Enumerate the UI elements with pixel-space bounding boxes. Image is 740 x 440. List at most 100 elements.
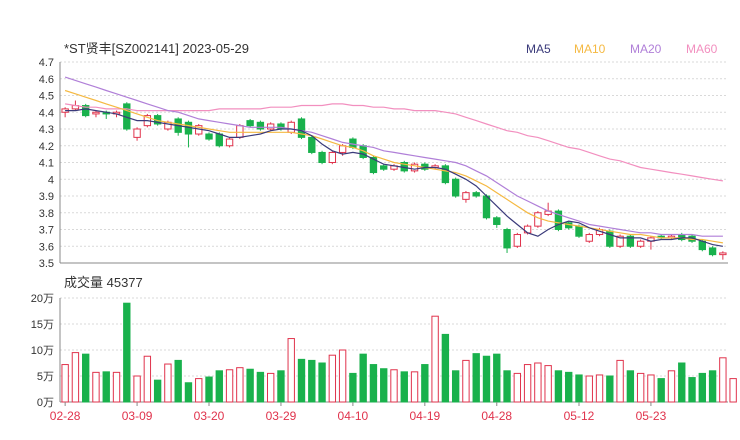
candle-body (328, 151, 337, 163)
volume-bar (297, 358, 306, 403)
volume-bar (678, 362, 686, 403)
volume-bar (719, 357, 727, 403)
volume-bar (729, 378, 737, 403)
volume-bar (123, 302, 131, 403)
volume-bar (636, 372, 645, 403)
volume-bar (112, 371, 121, 403)
price-tick-label: 4 (48, 174, 54, 186)
volume-bar (92, 371, 100, 403)
x-tick-label: 03-29 (266, 409, 297, 423)
volume-bar (698, 372, 706, 403)
volume-bar (585, 375, 593, 403)
price-tick-label: 4.2 (39, 141, 54, 153)
price-tick-label: 4.6 (39, 74, 54, 86)
volume-bar (544, 365, 552, 403)
candle-body (246, 120, 254, 127)
volume-bar (153, 379, 162, 403)
candle-body (636, 240, 645, 247)
x-tick-label: 03-09 (122, 409, 153, 423)
volume-bar (421, 364, 429, 403)
volume-bar (410, 371, 419, 403)
volume-bar (380, 368, 388, 403)
candle-body (513, 234, 522, 247)
candle-body (92, 111, 100, 115)
candle-body (534, 212, 542, 227)
volume-bar (349, 372, 357, 403)
volume-bar (657, 378, 665, 403)
volume-bar (616, 359, 624, 403)
volume-bar (554, 370, 563, 403)
volume-bar (236, 367, 244, 403)
volume-bar (164, 363, 172, 403)
ma5-line (65, 108, 723, 247)
volume-bar (277, 370, 285, 403)
volume-bars (61, 302, 737, 403)
price-tick-label: 4.5 (39, 91, 54, 103)
volume-bar (369, 364, 378, 403)
x-tick-label: 05-12 (564, 409, 595, 423)
volume-bar (174, 359, 182, 403)
volume-bar (595, 374, 604, 403)
volume-bar (318, 362, 326, 403)
candle-body (585, 234, 593, 242)
candle-body (256, 121, 265, 130)
volume-bar (246, 368, 254, 403)
volume-bar (338, 349, 347, 403)
volume-bar (102, 371, 110, 403)
candle-body (133, 128, 141, 138)
candle-body (287, 121, 295, 133)
volume-bar (82, 353, 90, 403)
price-tick-label: 3.7 (39, 225, 54, 237)
x-tick-label: 03-20 (194, 409, 225, 423)
candle-body (380, 165, 388, 170)
volume-bar (328, 354, 337, 403)
volume-bar (708, 370, 717, 403)
volume-bar (482, 355, 491, 403)
volume-tick-label: 5万 (37, 371, 54, 383)
candle-body (308, 136, 316, 153)
price-tick-label: 3.8 (39, 208, 54, 220)
price-tick-label: 3.5 (39, 258, 54, 270)
volume-bar (400, 371, 408, 403)
candle-body (719, 252, 727, 256)
volume-tick-label: 0万 (37, 397, 54, 409)
volume-bar (205, 376, 213, 403)
moving-average-lines (64, 76, 723, 247)
volume-bar (503, 370, 511, 403)
volume-bar (184, 382, 193, 403)
volume-bar (534, 362, 542, 403)
price-tick-label: 4.1 (39, 158, 54, 170)
volume-tick-label: 20万 (31, 293, 54, 305)
x-tick-label: 04-10 (338, 409, 369, 423)
volume-bar (215, 370, 223, 403)
volume-bar (266, 372, 275, 403)
price-tick-label: 4.3 (39, 124, 54, 136)
volume-bar (513, 372, 522, 403)
candle-body (205, 133, 213, 140)
ma-legend: MA5 MA10 MA20 MA60 (526, 42, 718, 56)
volume-bar (606, 375, 614, 403)
volume-tick-label: 15万 (31, 319, 54, 331)
candle-body (236, 125, 244, 138)
volume-bar (390, 369, 398, 403)
volume-y-axis: 0万 5万 10万 15万 20万 (31, 293, 54, 409)
legend-ma5: MA5 (526, 42, 551, 56)
volume-bar (647, 374, 655, 403)
volume-bar (256, 371, 265, 403)
legend-ma10: MA10 (574, 42, 606, 56)
candle-body (575, 225, 583, 237)
candle-body (493, 217, 501, 225)
volume-bar (431, 315, 439, 403)
stock-chart: *ST贤丰[SZ002141] 2023-05-29 MA5 MA10 MA20… (31, 41, 737, 423)
candle-body (462, 192, 470, 200)
candle-body (503, 229, 511, 249)
date-x-axis: 02-28 03-09 03-20 03-29 04-10 04-19 04-28 05-12… (50, 402, 667, 423)
volume-bar (133, 375, 141, 403)
volume-bar (195, 378, 203, 403)
x-tick-label: 04-19 (409, 409, 440, 423)
volume-bar (472, 353, 480, 403)
x-tick-label: 02-28 (50, 409, 81, 423)
volume-bar (451, 370, 460, 403)
volume-bar (462, 359, 470, 403)
volume-bar (71, 352, 80, 403)
